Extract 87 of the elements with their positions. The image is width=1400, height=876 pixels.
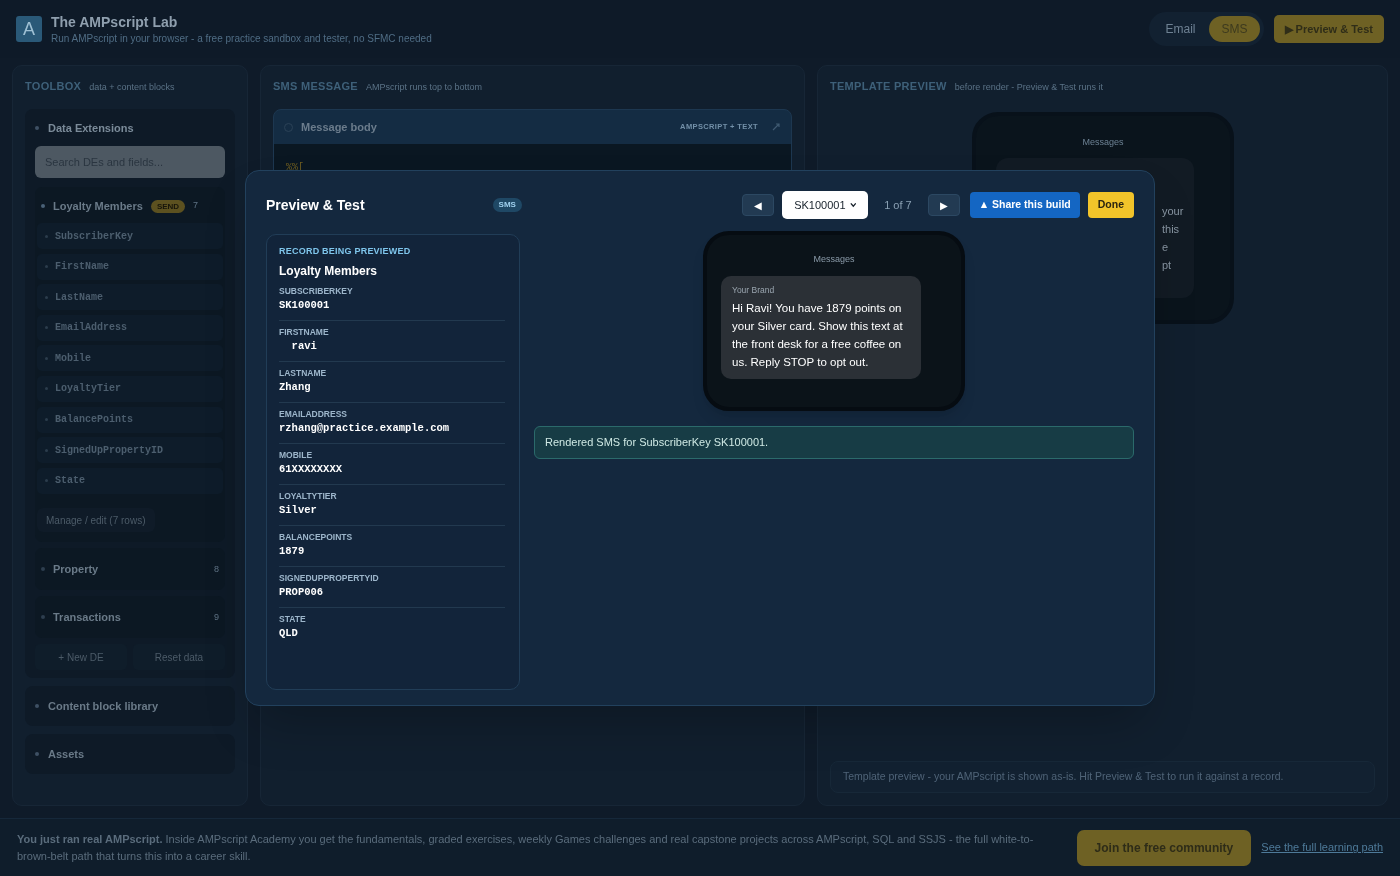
field-name: EmailAddress (55, 321, 127, 336)
field-name: SignedUpPropertyID (55, 443, 164, 458)
data-extension-name: Property (53, 562, 99, 578)
field-label: BALANCEPOINTS (279, 530, 354, 543)
field-label: LASTNAME (279, 366, 328, 379)
field-count: 7 (193, 199, 199, 213)
field-label: FIRSTNAME (279, 325, 330, 338)
panel-hint: before render - Preview & Test runs it (954, 81, 1104, 94)
join-button[interactable]: Join the free community (1076, 829, 1252, 866)
section-title: Data Extensions (48, 120, 134, 136)
message-text-fragment: this (1162, 221, 1181, 237)
field-row[interactable]: LoyaltyTier (37, 375, 223, 402)
section-title: Content block library (48, 699, 159, 715)
field-value: QLD (279, 625, 299, 641)
done-button[interactable]: Done (1087, 192, 1134, 218)
field-value: Zhang (279, 379, 312, 395)
field-label: STATE (279, 612, 307, 625)
app-subtitle: Run AMPscript in your browser - a free practice sandbox and tester, no SFMC needed (51, 31, 432, 46)
field-row[interactable]: Mobile (37, 345, 223, 372)
data-extension-name: Loyalty Members (53, 198, 143, 214)
record-select[interactable]: SK100001 (782, 191, 869, 219)
field-row[interactable]: EmailAddress (37, 314, 223, 341)
field-value: 1879 (279, 543, 306, 559)
field-name: SubscriberKey (55, 229, 133, 244)
field-value: ravi (290, 338, 318, 354)
field-label: SIGNEDUPPROPERTYID (279, 571, 380, 584)
panel-title: TEMPLATE PREVIEW (830, 79, 947, 94)
record-position: 1 of 7 (884, 197, 912, 213)
field-row[interactable]: LastName (37, 284, 223, 311)
chevron-down-icon (849, 202, 857, 208)
expand-icon (771, 122, 781, 132)
field-name: BalancePoints (55, 413, 133, 428)
panel-title: TOOLBOX (25, 79, 82, 94)
phone-header: Messages (813, 253, 855, 266)
collapsible-section[interactable]: Assets (25, 734, 235, 775)
message-text-fragment: pt (1162, 257, 1173, 273)
phone-header: Messages (1082, 136, 1124, 149)
field-row[interactable]: SignedUpPropertyID (37, 437, 223, 464)
message-body: Hi Ravi! You have 1879 points on your Silver card. Show this text at the front desk for a free coffee on us. Reply STOP to opt out. (732, 301, 904, 371)
field-name: LastName (55, 290, 103, 305)
next-record-button[interactable]: ▶ (927, 194, 960, 216)
panel-hint: data + content blocks (89, 81, 175, 94)
field-row[interactable]: FirstName (37, 253, 223, 280)
field-label: EMAILADDRESS (279, 407, 348, 420)
send-badge: SEND (150, 199, 186, 213)
field-label: LOYALTYTIER (279, 489, 338, 502)
editor-title: Message body (301, 119, 377, 135)
section-title: Assets (48, 747, 85, 763)
record-heading: RECORD BEING PREVIEWED (279, 245, 412, 258)
field-value: rzhang@practice.example.com (279, 420, 451, 436)
field-value: PROP006 (279, 584, 325, 600)
field-value: 61XXXXXXXX (279, 461, 343, 477)
message-text-fragment: your (1162, 203, 1185, 219)
field-count: 8 (214, 562, 219, 576)
app-title: The AMPscript Lab (51, 12, 179, 31)
logo-icon: A (16, 16, 42, 42)
status-message: Rendered SMS for SubscriberKey SK100001. (534, 426, 1134, 459)
collapsible-section[interactable]: Content block library (25, 686, 235, 727)
panel-title: SMS MESSAGE (273, 79, 358, 94)
learning-path-link[interactable]: See the full learning path (1261, 839, 1383, 856)
field-name: Mobile (55, 351, 91, 366)
record-name: Loyalty Members (279, 262, 379, 280)
mode-tab[interactable]: Email (1153, 16, 1208, 42)
data-extensions-header[interactable]: Data Extensions (35, 119, 225, 137)
message-text-fragment: e (1162, 239, 1170, 255)
field-count: 9 (214, 610, 219, 624)
previous-record-button[interactable]: ◀ (742, 194, 775, 216)
field-name: LoyaltyTier (55, 382, 121, 397)
field-row[interactable]: BalancePoints (37, 406, 223, 433)
panel-hint: AMPscript runs top to bottom (365, 81, 482, 94)
share-button[interactable]: ▲ Share this build (969, 192, 1080, 218)
field-label: MOBILE (279, 448, 314, 461)
dialog-title: Preview & Test (266, 195, 365, 215)
field-value: SK100001 (279, 297, 331, 313)
preview-test-button[interactable]: ▶ Preview & Test (1273, 15, 1384, 43)
sms-badge: SMS (492, 198, 522, 212)
footer-text: You just ran real AMPscript. Inside AMPscript Academy you get the fundamentals, graded exercises, weekly Games challenges and real capstone projects across AMPscript, SQL and SSJS - the full white-to-brown-belt path that turns this into a career skill. (17, 831, 1035, 864)
template-note: Template preview - your AMPscript is shown as-is. Hit Preview & Test to run it against a record. (830, 761, 1375, 793)
field-label: SUBSCRIBERKEY (279, 284, 354, 297)
data-extension-name: Transactions (53, 610, 121, 626)
field-value: Silver (279, 502, 318, 518)
field-row[interactable]: State (37, 467, 223, 494)
field-row[interactable]: SubscriberKey (37, 223, 223, 249)
field-name: State (55, 474, 85, 489)
field-name: FirstName (55, 260, 109, 275)
message-sender: Your Brand (732, 283, 776, 297)
data-extension-row[interactable]: Loyalty Members SEND 7 (37, 197, 223, 215)
